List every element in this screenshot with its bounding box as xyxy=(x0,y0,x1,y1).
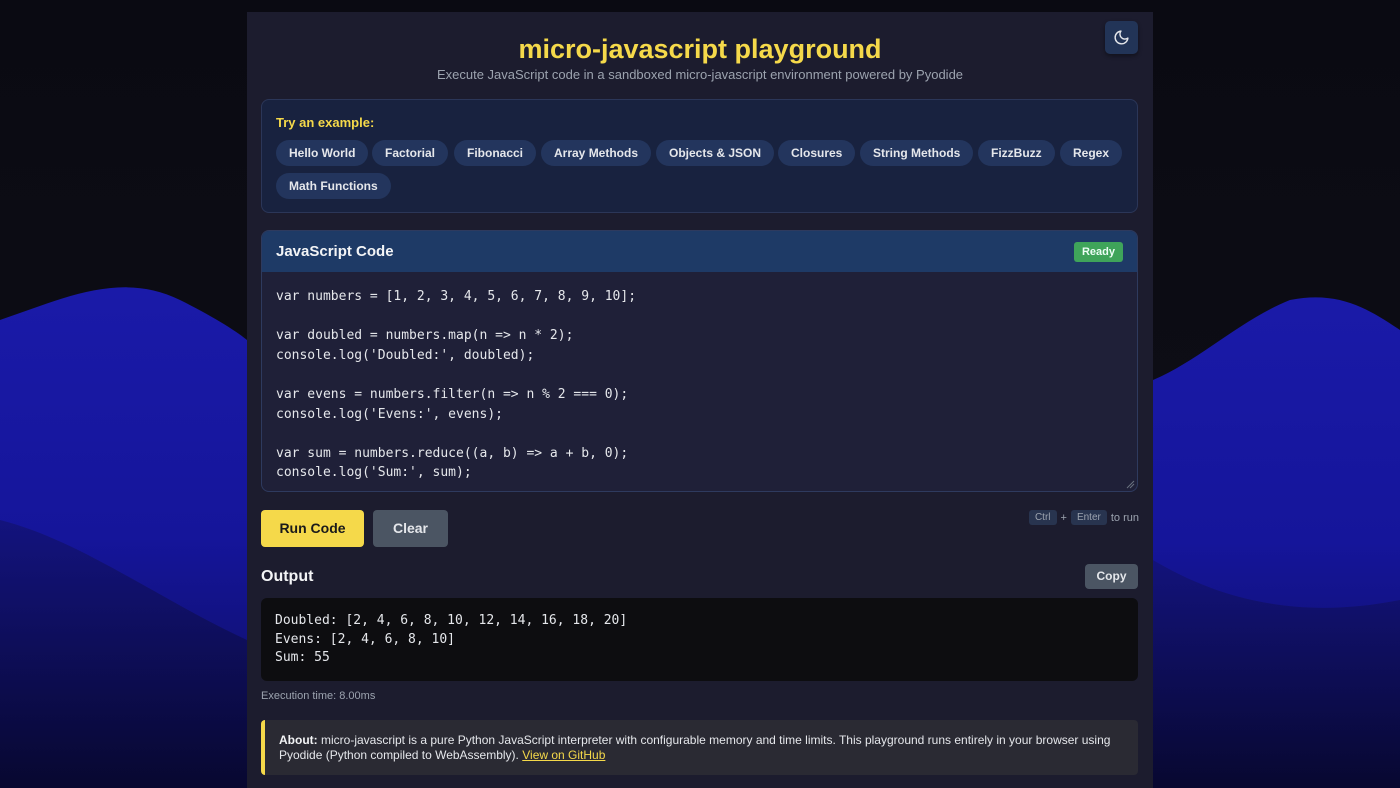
clear-button[interactable]: Clear xyxy=(373,510,448,547)
page-title: micro-javascript playground xyxy=(518,34,882,64)
playground-panel: micro-javascript playground Execute Java… xyxy=(247,12,1153,788)
about-box: About: micro-javascript is a pure Python… xyxy=(261,720,1138,775)
about-label: About: xyxy=(279,733,318,747)
execution-time: Execution time: 8.00ms xyxy=(261,690,376,702)
github-link[interactable]: View on GitHub xyxy=(522,748,605,762)
code-editor-panel: JavaScript Code Ready var numbers = [1, … xyxy=(261,230,1138,492)
status-badge: Ready xyxy=(1073,242,1123,262)
output-console: Doubled: [2, 4, 6, 8, 10, 12, 14, 16, 18… xyxy=(261,598,1138,681)
resize-handle-icon[interactable] xyxy=(1125,479,1135,489)
theme-toggle-button[interactable] xyxy=(1105,21,1138,54)
output-title: Output xyxy=(261,568,314,585)
example-math-functions[interactable]: Math Functions xyxy=(276,173,391,199)
example-closures[interactable]: Closures xyxy=(778,140,856,166)
example-hello-world[interactable]: Hello World xyxy=(276,140,369,166)
example-fizzbuzz[interactable]: FizzBuzz xyxy=(978,140,1055,166)
examples-label: Try an example: xyxy=(276,115,375,130)
keyboard-shortcut-hint: Ctrl + Enter to run xyxy=(1028,510,1139,525)
ctrl-key: Ctrl xyxy=(1028,510,1057,525)
code-input[interactable]: var numbers = [1, 2, 3, 4, 5, 6, 7, 8, 9… xyxy=(276,287,1116,483)
example-factorial[interactable]: Factorial xyxy=(372,140,449,166)
shortcut-suffix: to run xyxy=(1110,511,1139,524)
output-text: Doubled: [2, 4, 6, 8, 10, 12, 14, 16, 18… xyxy=(275,613,628,665)
about-text: micro-javascript is a pure Python JavaSc… xyxy=(279,733,1111,762)
example-fibonacci[interactable]: Fibonacci xyxy=(454,140,537,166)
example-string-methods[interactable]: String Methods xyxy=(860,140,974,166)
example-regex[interactable]: Regex xyxy=(1060,140,1123,166)
editor-title: JavaScript Code xyxy=(276,243,394,260)
copy-button[interactable]: Copy xyxy=(1085,564,1138,589)
page-subtitle: Execute JavaScript code in a sandboxed m… xyxy=(436,67,964,82)
shortcut-plus: + xyxy=(1060,511,1067,524)
editor-header: JavaScript Code Ready xyxy=(262,231,1137,272)
example-objects-json[interactable]: Objects & JSON xyxy=(656,140,775,166)
example-array-methods[interactable]: Array Methods xyxy=(541,140,652,166)
run-code-button[interactable]: Run Code xyxy=(261,510,364,547)
enter-key: Enter xyxy=(1070,510,1107,525)
examples-panel: Try an example: Hello World Factorial Fi… xyxy=(261,99,1138,213)
moon-icon xyxy=(1114,30,1129,45)
